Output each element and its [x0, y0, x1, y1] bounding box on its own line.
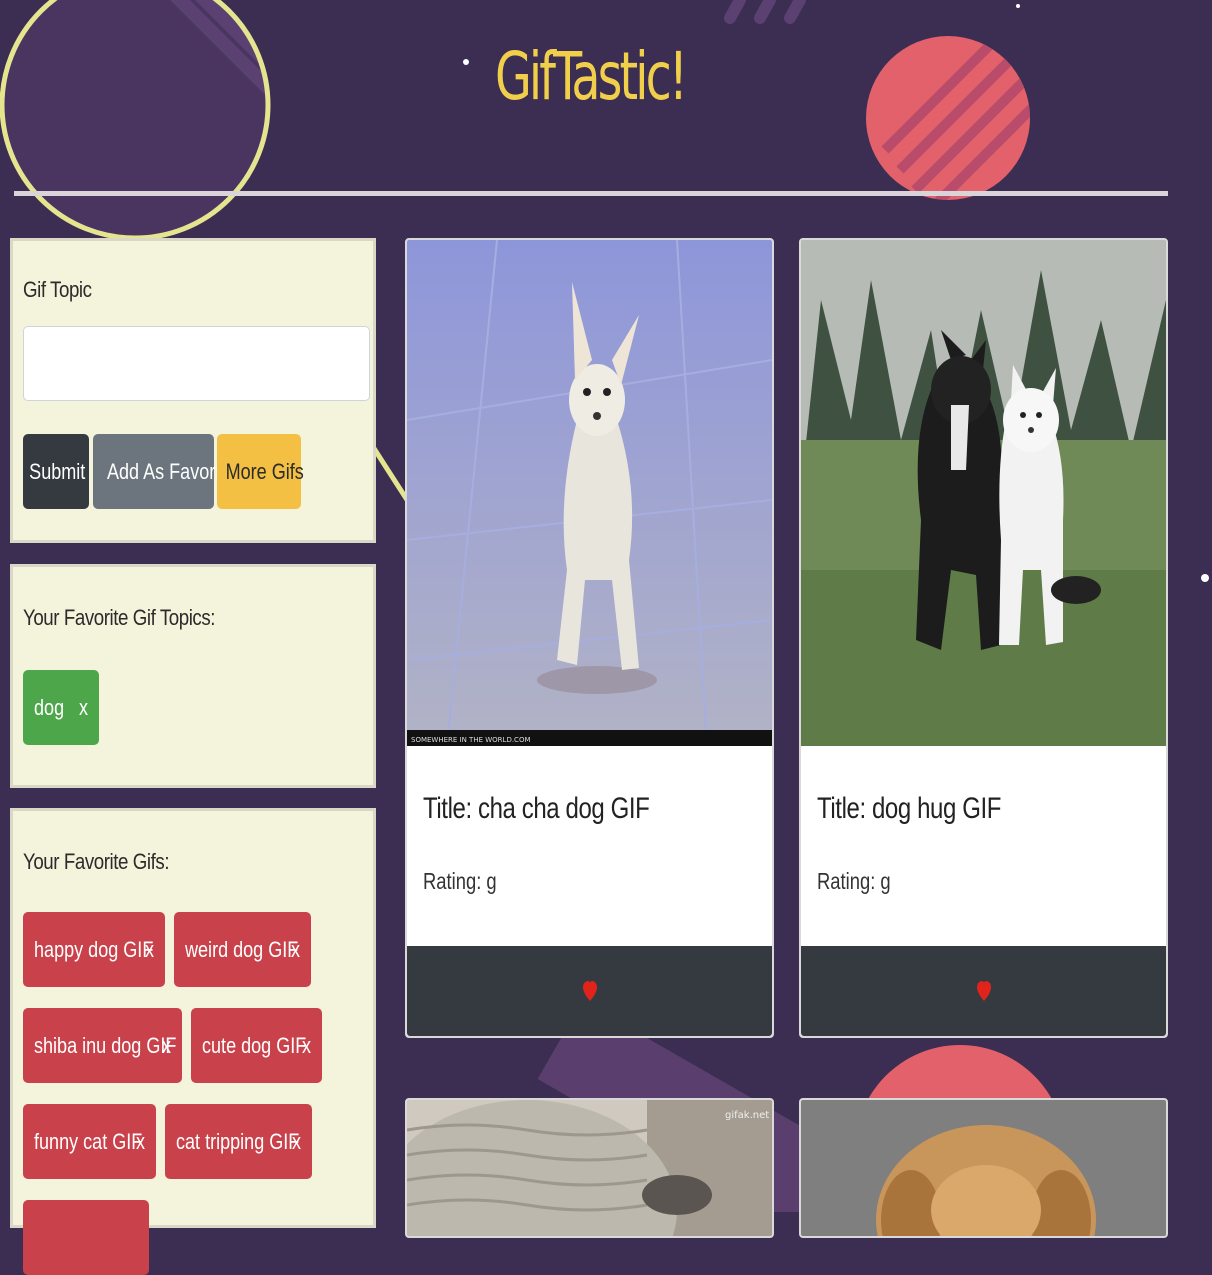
gif-topic-input[interactable]: [23, 326, 370, 401]
topic-chip-dog[interactable]: dog x: [23, 670, 99, 745]
fav-gif-chip[interactable]: weird dog GIF x: [174, 912, 311, 987]
remove-gif-button[interactable]: x: [302, 1033, 311, 1059]
favorite-gif-button[interactable]: [801, 946, 1166, 1036]
heart-icon: [976, 981, 991, 1001]
fav-gif-chip[interactable]: cat tripping GIF x: [165, 1104, 312, 1179]
fav-gif-chip[interactable]: [23, 1200, 149, 1275]
gif-watermark: SOMEWHERE IN THE WORLD.COM: [411, 736, 531, 744]
fav-gif-label: happy dog GIF: [34, 936, 154, 962]
gif-rating: Rating: g: [423, 868, 497, 894]
fav-gif-label: funny cat GIF: [34, 1128, 143, 1154]
favorite-gifs-label: Your Favorite Gifs:: [23, 849, 170, 874]
more-gifs-button[interactable]: More Gifs: [217, 434, 304, 509]
fav-gif-label: cat tripping GIF: [176, 1128, 300, 1154]
gif-title: Title: cha cha dog GIF: [423, 792, 650, 825]
fav-gif-label: weird dog GIF: [185, 936, 299, 962]
fav-gif-label: cute dog GIF: [202, 1032, 307, 1058]
gif-rating: Rating: g: [817, 868, 891, 894]
gif-watermark: gifak.net: [725, 1110, 769, 1121]
gif-card: [799, 1098, 1168, 1238]
gif-image[interactable]: SOMEWHERE IN THE WORLD.COM: [407, 240, 772, 746]
gif-image[interactable]: [801, 1100, 1166, 1238]
fav-gif-label: shiba inu dog GIF: [34, 1032, 177, 1058]
remove-gif-button[interactable]: x: [145, 937, 154, 963]
favorite-topics-label: Your Favorite Gif Topics:: [23, 605, 216, 630]
page-title: GifTastic!: [494, 38, 688, 115]
fav-gif-chip[interactable]: cute dog GIF x: [191, 1008, 322, 1083]
remove-gif-button[interactable]: x: [292, 1129, 301, 1155]
submit-button[interactable]: Submit: [23, 434, 89, 509]
remove-gif-button[interactable]: x: [162, 1033, 171, 1059]
remove-gif-button[interactable]: x: [136, 1129, 145, 1155]
gif-card: Title: dog hug GIF Rating: g: [799, 238, 1168, 1038]
remove-gif-button[interactable]: x: [291, 937, 300, 963]
gif-card: gifak.net: [405, 1098, 774, 1238]
fav-gif-chip[interactable]: funny cat GIF x: [23, 1104, 156, 1179]
search-panel: Gif Topic Submit Add As Favorite More Gi…: [10, 238, 376, 543]
gif-title: Title: dog hug GIF: [817, 792, 1002, 825]
fav-gif-chip[interactable]: happy dog GIF x: [23, 912, 165, 987]
fav-gif-chip[interactable]: shiba inu dog GIF x: [23, 1008, 182, 1083]
remove-topic-button[interactable]: x: [79, 695, 88, 721]
topic-chip-label: dog: [34, 694, 65, 720]
header-divider: [14, 191, 1168, 196]
gif-image[interactable]: [801, 240, 1166, 746]
add-favorite-button[interactable]: Add As Favorite: [93, 434, 234, 509]
heart-icon: [582, 981, 597, 1001]
gif-image[interactable]: gifak.net: [407, 1100, 772, 1238]
favorite-gifs-panel: Your Favorite Gifs: happy dog GIF x weir…: [10, 808, 376, 1275]
favorite-topics-panel: Your Favorite Gif Topics: dog x: [10, 564, 376, 788]
gif-topic-label: Gif Topic: [23, 277, 92, 302]
gif-card: SOMEWHERE IN THE WORLD.COM Title: cha ch…: [405, 238, 774, 1038]
favorite-gif-button[interactable]: [407, 946, 772, 1036]
